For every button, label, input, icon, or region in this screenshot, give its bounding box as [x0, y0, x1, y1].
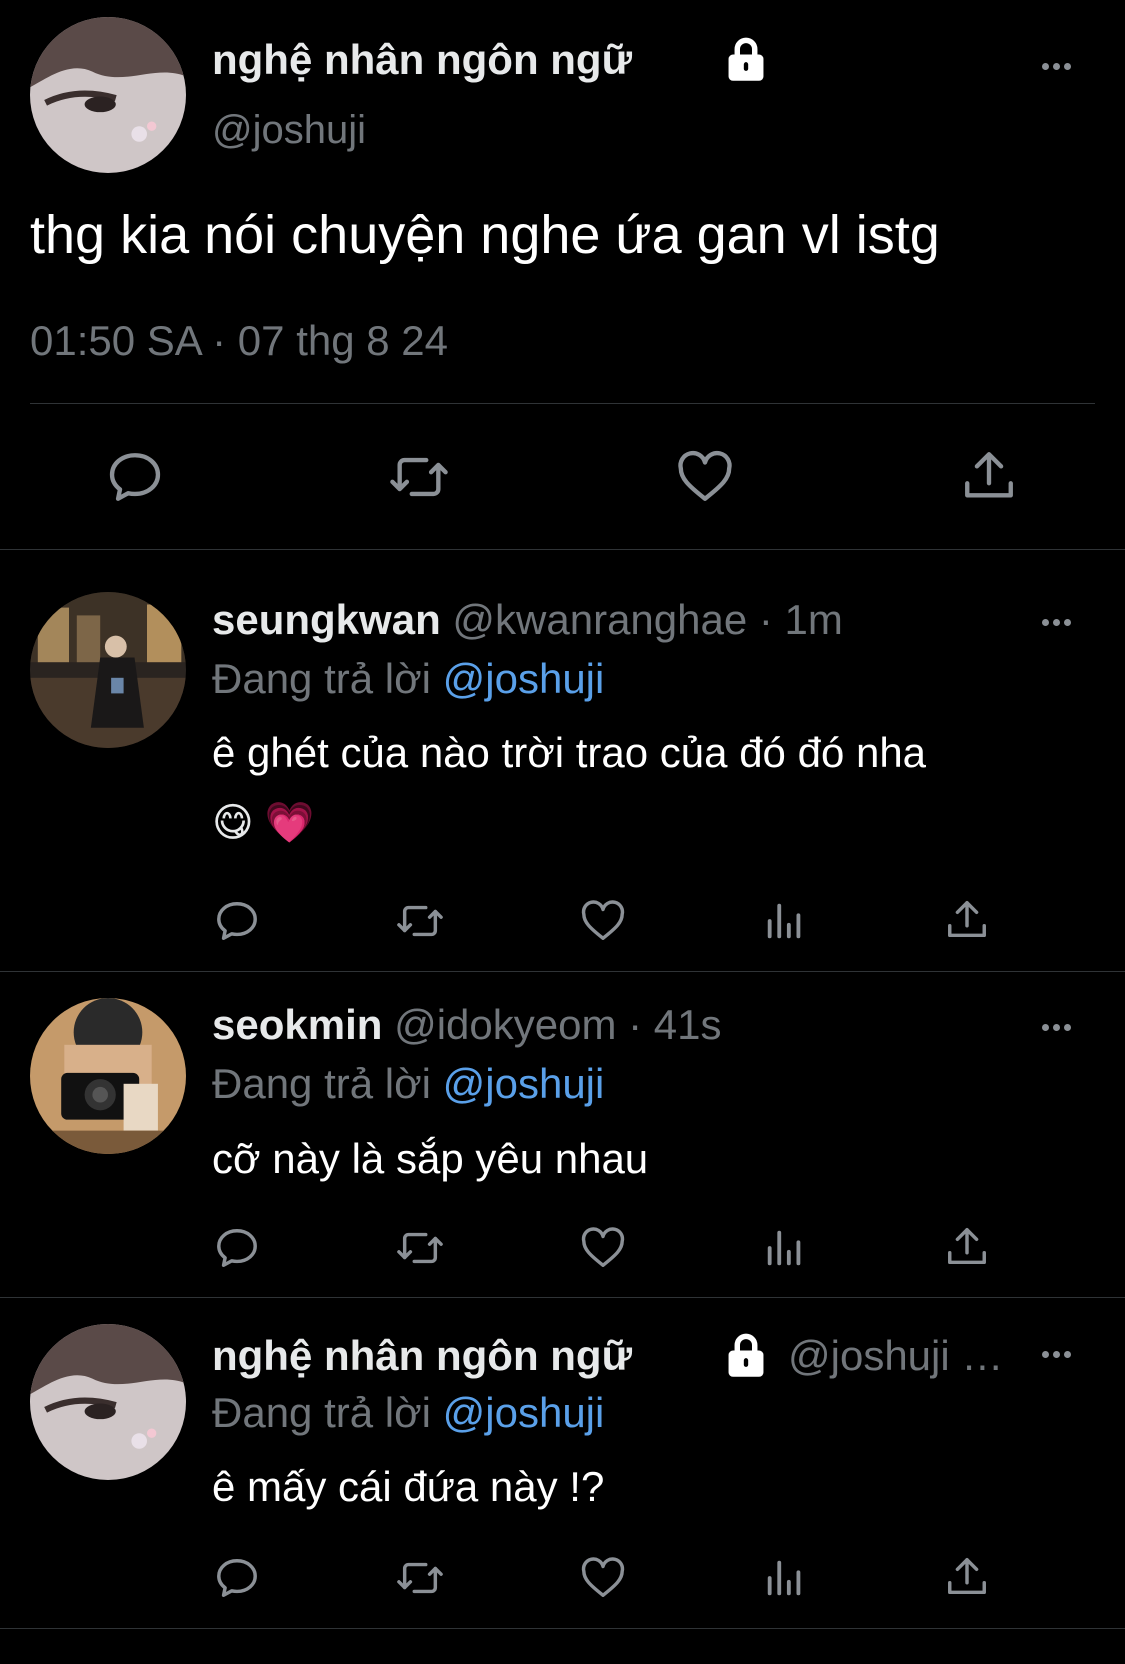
- divider: [30, 403, 1095, 404]
- avatar[interactable]: [30, 592, 186, 748]
- handle-meta[interactable]: @joshuji …: [788, 1332, 1003, 1380]
- more-options-icon[interactable]: [1042, 619, 1071, 626]
- analytics-icon[interactable]: [762, 1225, 808, 1271]
- reply-header: seokmin @idokyeom · 41s: [212, 1001, 722, 1049]
- lock-icon: [728, 37, 764, 81]
- avatar[interactable]: [30, 17, 186, 173]
- timestamp[interactable]: 01:50 SA · 07 thg 8 24: [30, 317, 448, 365]
- reply-icon[interactable]: [214, 1225, 260, 1271]
- avatar-image: [30, 998, 186, 1154]
- like-icon[interactable]: [580, 1225, 626, 1271]
- like-icon[interactable]: [676, 448, 734, 506]
- avatar-image: [30, 592, 186, 748]
- tweet-text: thg kia nói chuyện nghe ứa gan vl istg: [30, 205, 940, 265]
- replying-prefix: Đang trả lời: [212, 655, 431, 702]
- retweet-icon[interactable]: [394, 1225, 446, 1271]
- share-icon[interactable]: [944, 1223, 990, 1271]
- divider: [0, 1628, 1125, 1629]
- reply-icon[interactable]: [214, 898, 260, 944]
- handle[interactable]: @joshuji: [212, 108, 366, 153]
- reply-icon[interactable]: [106, 448, 164, 506]
- replying-prefix: Đang trả lời: [212, 1389, 431, 1436]
- replying-to: Đang trả lời @joshuji: [212, 1389, 604, 1437]
- avatar-image: [30, 17, 186, 173]
- divider: [0, 549, 1125, 550]
- share-icon[interactable]: [960, 446, 1018, 506]
- reply-text: ê mấy cái đứa này !?: [212, 1463, 605, 1510]
- display-name[interactable]: nghệ nhân ngôn ngữ: [212, 1332, 632, 1379]
- reply-icon[interactable]: [214, 1555, 260, 1601]
- display-name[interactable]: seokmin: [212, 1001, 382, 1048]
- handle-meta[interactable]: @idokyeom · 41s: [394, 1001, 721, 1048]
- share-icon[interactable]: [944, 1553, 990, 1601]
- lock-icon: [728, 1333, 764, 1377]
- divider: [0, 1297, 1125, 1298]
- avatar[interactable]: [30, 1324, 186, 1480]
- like-icon[interactable]: [580, 1555, 626, 1601]
- replying-prefix: Đang trả lời: [212, 1060, 431, 1107]
- reply-text: cỡ này là sắp yêu nhau: [212, 1135, 649, 1182]
- analytics-icon[interactable]: [762, 898, 808, 944]
- avatar[interactable]: [30, 998, 186, 1154]
- mention-link[interactable]: @joshuji: [443, 1389, 605, 1436]
- replying-to: Đang trả lời @joshuji: [212, 655, 604, 703]
- retweet-icon[interactable]: [394, 898, 446, 944]
- reply-header: seungkwan @kwanranghae · 1m: [212, 596, 843, 644]
- display-name[interactable]: seungkwan: [212, 596, 441, 643]
- like-icon[interactable]: [580, 898, 626, 944]
- more-options-icon[interactable]: [1042, 1351, 1071, 1358]
- analytics-icon[interactable]: [762, 1555, 808, 1601]
- more-options-icon[interactable]: [1042, 63, 1071, 70]
- replying-to: Đang trả lời @joshuji: [212, 1060, 604, 1108]
- mention-link[interactable]: @joshuji: [443, 655, 605, 702]
- avatar-image: [30, 1324, 186, 1480]
- reply-emoji: 😋 💗: [212, 801, 315, 845]
- divider: [0, 971, 1125, 972]
- reply-header: nghệ nhân ngôn ngữ: [212, 1332, 632, 1380]
- reply-text: ê ghét của nào trời trao của đó đó nha: [212, 729, 927, 776]
- more-options-icon[interactable]: [1042, 1024, 1071, 1031]
- display-name[interactable]: nghệ nhân ngôn ngữ: [212, 36, 632, 84]
- share-icon[interactable]: [944, 896, 990, 944]
- handle-meta[interactable]: @kwanranghae · 1m: [452, 596, 843, 643]
- retweet-icon[interactable]: [394, 1555, 446, 1601]
- mention-link[interactable]: @joshuji: [443, 1060, 605, 1107]
- retweet-icon[interactable]: [386, 448, 452, 506]
